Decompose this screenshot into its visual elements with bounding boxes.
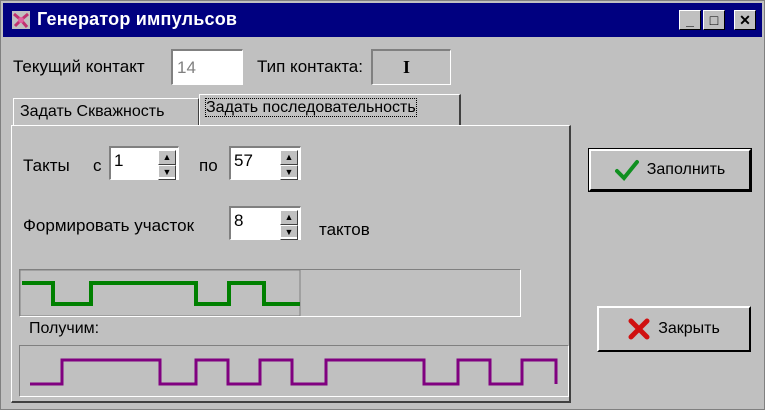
result-label: Получим:: [29, 320, 100, 337]
pulse-generator-window: Генератор импульсов _ □ ✕ Текущий контак…: [0, 0, 765, 410]
result-waveform: [30, 358, 558, 386]
to-label: по: [199, 156, 218, 175]
to-down-arrow-icon[interactable]: ▼: [280, 165, 298, 180]
fill-button-label: Заполнить: [646, 161, 726, 178]
current-contact-label: Текущий контакт: [13, 57, 145, 76]
contact-type-label: Тип контакта:: [257, 57, 363, 76]
from-up-arrow-icon[interactable]: ▲: [158, 150, 176, 165]
tab-sequence-label: Задать последовательность: [205, 98, 417, 117]
result-line: [30, 358, 558, 386]
tab-sequence[interactable]: Задать последовательность: [199, 94, 461, 126]
app-icon: [12, 11, 30, 29]
to-up-arrow-icon[interactable]: ▲: [280, 150, 298, 165]
tab-duty-cycle[interactable]: Задать Скважность: [13, 98, 199, 126]
checkmark-icon: [614, 160, 639, 181]
close-button[interactable]: Закрыть: [597, 306, 751, 352]
result-view: [19, 345, 569, 397]
window-title: Генератор импульсов: [37, 9, 238, 29]
from-value: 1: [114, 151, 124, 170]
title-bar[interactable]: Генератор импульсов _ □ ✕: [3, 3, 762, 37]
from-stepper[interactable]: 1 ▲ ▼: [109, 146, 179, 180]
segment-unit-label: тактов: [319, 220, 370, 239]
red-x-icon: [628, 318, 650, 340]
contact-type-value: I: [403, 57, 411, 77]
maximize-button[interactable]: □: [703, 10, 725, 30]
to-stepper[interactable]: 57 ▲ ▼: [229, 146, 301, 180]
close-window-button[interactable]: ✕: [734, 10, 756, 30]
segment-up-arrow-icon[interactable]: ▲: [280, 210, 298, 225]
pattern-waveform: [20, 270, 301, 316]
segment-stepper[interactable]: 8 ▲ ▼: [229, 206, 301, 240]
segment-down-arrow-icon[interactable]: ▼: [280, 225, 298, 240]
segment-label: Формировать участок: [23, 216, 195, 235]
fill-button[interactable]: Заполнить: [588, 148, 752, 192]
from-down-arrow-icon[interactable]: ▼: [158, 165, 176, 180]
from-label: с: [93, 156, 102, 175]
segment-value: 8: [234, 211, 244, 230]
pattern-editor[interactable]: [19, 269, 521, 317]
contact-type-field: I: [371, 49, 451, 85]
pattern-line: [22, 281, 300, 306]
minimize-button[interactable]: _: [679, 10, 701, 30]
to-value: 57: [234, 151, 253, 170]
close-button-label: Закрыть: [658, 320, 720, 337]
current-contact-field[interactable]: 14: [171, 49, 243, 85]
current-contact-value: 14: [177, 58, 196, 77]
cycles-label: Такты: [23, 156, 70, 175]
